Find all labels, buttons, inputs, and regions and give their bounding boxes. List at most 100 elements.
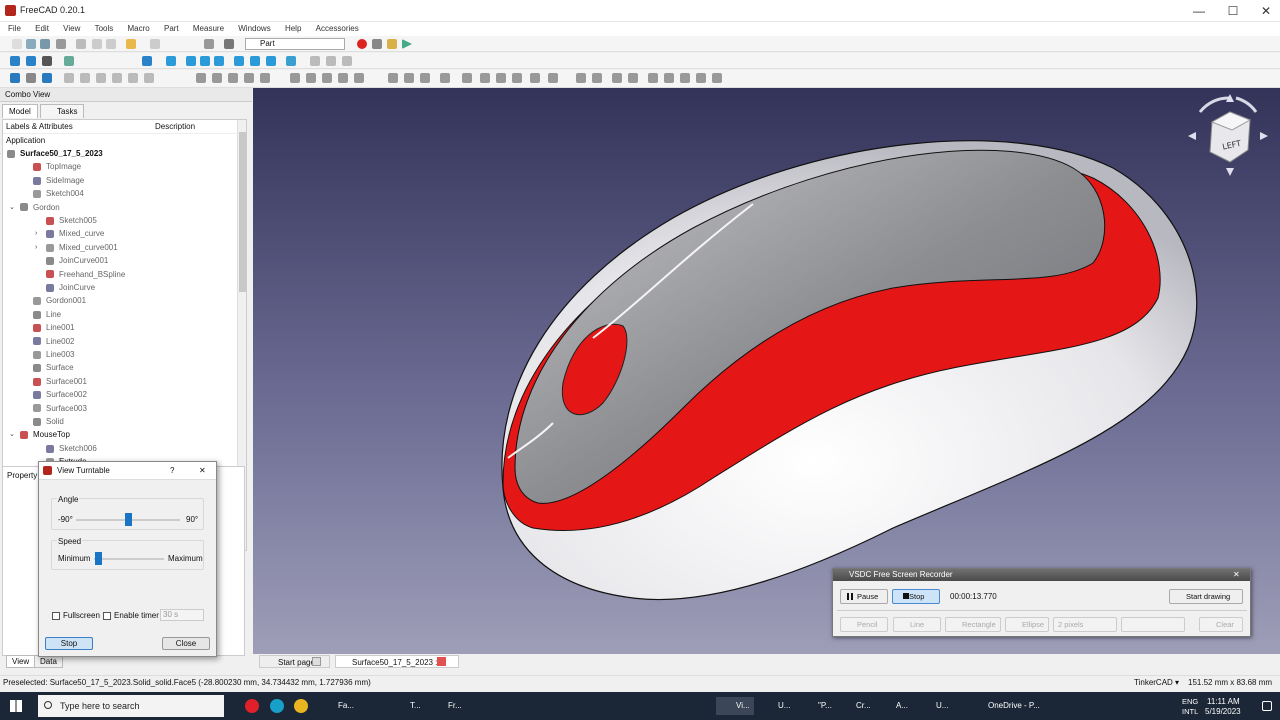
angle-slider-thumb[interactable] <box>125 513 132 526</box>
tab-view[interactable]: View <box>6 655 36 668</box>
taskbar-item-9[interactable]: U... <box>916 697 954 715</box>
menu-accessories[interactable]: Accessories <box>316 24 359 33</box>
start-drawing-button[interactable]: Start drawing <box>1169 589 1243 604</box>
help-button[interactable]: ? <box>170 462 174 480</box>
save-icon[interactable] <box>40 39 50 49</box>
part-join-icon[interactable] <box>404 73 414 83</box>
part-boolean-icon[interactable] <box>196 73 206 83</box>
notifications-icon[interactable] <box>1262 701 1272 711</box>
part-cut-icon[interactable] <box>212 73 222 83</box>
undo-icon[interactable] <box>126 39 136 49</box>
part-common-icon[interactable] <box>244 73 254 83</box>
curves-icon[interactable] <box>548 73 558 83</box>
tab-close-icon[interactable] <box>437 657 446 666</box>
tree-item[interactable]: Sketch004 <box>33 187 84 200</box>
navigation-style-selector[interactable]: TinkerCAD ▾ <box>1134 676 1179 690</box>
expand-down-icon[interactable]: ⌄ <box>0 147 2 160</box>
part-projection-icon[interactable] <box>322 73 332 83</box>
measure-linear-icon[interactable] <box>440 73 450 83</box>
rear-view-icon[interactable] <box>234 56 244 66</box>
taskbar-item-1[interactable]: Fa... <box>318 697 358 715</box>
turntable-close-x[interactable]: ✕ <box>199 462 206 480</box>
part-tools-icon[interactable] <box>310 56 320 66</box>
expand-down-icon[interactable]: ⌄ <box>9 201 15 214</box>
workbench-selector[interactable]: Part <box>245 38 345 50</box>
fit-selection-icon[interactable] <box>26 56 36 66</box>
cut-icon[interactable] <box>76 39 86 49</box>
part-mirror-icon[interactable] <box>128 73 138 83</box>
stop-macro-icon[interactable] <box>372 39 382 49</box>
part-cone-icon[interactable] <box>64 73 74 83</box>
part-extrude-icon[interactable] <box>96 73 106 83</box>
tree-item[interactable]: JoinCurve <box>46 281 95 294</box>
timer-spinbox[interactable]: 30 s <box>160 609 204 621</box>
taskbar-edge[interactable] <box>268 697 288 715</box>
tree-item[interactable]: Surface003 <box>33 402 87 415</box>
speed-slider-track[interactable] <box>94 558 164 560</box>
fit-all-icon[interactable] <box>10 56 20 66</box>
menu-macro[interactable]: Macro <box>128 24 150 33</box>
new-file-icon[interactable] <box>12 39 22 49</box>
vsdc-close-x[interactable]: ✕ <box>1233 569 1240 581</box>
part-cylinder-icon[interactable] <box>26 73 36 83</box>
tree-item[interactable]: TopImage <box>33 160 81 173</box>
part-offset-icon[interactable] <box>290 73 300 83</box>
taskbar-item-3[interactable]: Fr... <box>428 697 464 715</box>
top-view-icon[interactable] <box>200 56 210 66</box>
line-width-select[interactable]: 2 pixels <box>1053 617 1117 632</box>
tree-item[interactable]: Sketch006 <box>46 442 97 455</box>
windows-start-icon[interactable] <box>10 700 22 712</box>
tree-item[interactable]: › Mixed_curve <box>35 227 104 240</box>
tree-item[interactable]: Line001 <box>33 321 74 334</box>
close-turntable-button[interactable]: Close <box>162 637 210 650</box>
print-icon[interactable] <box>56 39 66 49</box>
tree-item[interactable]: ⌄ Gordon <box>9 201 60 214</box>
tree-item[interactable]: ⌄ Surface50_17_5_2023 <box>0 147 103 160</box>
stereo-icon[interactable] <box>64 56 74 66</box>
part-attachment-icon[interactable] <box>388 73 398 83</box>
bottom-view-icon[interactable] <box>250 56 260 66</box>
tab-tasks[interactable]: Tasks <box>40 104 85 118</box>
taskbar-opera[interactable] <box>243 697 263 715</box>
zoom-icon[interactable] <box>142 56 152 66</box>
part-tools-icon[interactable] <box>326 56 336 66</box>
tree-item[interactable]: › Mixed_curve001 <box>35 241 118 254</box>
isometric-view-icon[interactable] <box>166 56 176 66</box>
tree-item[interactable]: Solid <box>33 415 64 428</box>
menu-file[interactable]: File <box>8 24 21 33</box>
part-fuse-icon[interactable] <box>228 73 238 83</box>
tree-scrollbar-thumb[interactable] <box>239 132 246 292</box>
menu-tools[interactable]: Tools <box>95 24 114 33</box>
clear-button[interactable]: Clear <box>1199 617 1243 632</box>
taskbar-item-6[interactable]: "P... <box>798 697 834 715</box>
measure-angular-icon[interactable] <box>462 73 472 83</box>
expand-right-icon[interactable]: › <box>35 241 37 254</box>
taskbar-item-7[interactable]: Cr... <box>836 697 876 715</box>
tree-item[interactable]: Gordon001 <box>33 294 86 307</box>
measure-icon[interactable] <box>286 56 296 66</box>
measure-toggle-icon[interactable] <box>512 73 522 83</box>
curves-icon[interactable] <box>648 73 658 83</box>
right-view-icon[interactable] <box>214 56 224 66</box>
taskbar-item-2[interactable]: T... <box>390 697 422 715</box>
tree-item[interactable]: Freehand_BSpline <box>46 268 125 281</box>
taskbar-item-4[interactable]: Vi... <box>716 697 754 715</box>
whats-this-icon[interactable] <box>224 39 234 49</box>
expand-down-icon[interactable]: ⌄ <box>9 428 15 441</box>
stop-recording-button[interactable]: Stop <box>892 589 940 604</box>
macros-icon[interactable] <box>387 39 397 49</box>
refresh-icon[interactable] <box>204 39 214 49</box>
tree-item[interactable]: Surface002 <box>33 388 87 401</box>
draw-style-icon[interactable] <box>42 56 52 66</box>
taskbar-item-8[interactable]: A... <box>876 697 914 715</box>
curves-icon[interactable] <box>576 73 586 83</box>
color-select[interactable] <box>1121 617 1185 632</box>
taskbar-item-5[interactable]: U... <box>758 697 794 715</box>
execute-macro-icon[interactable] <box>402 39 412 49</box>
open-file-icon[interactable] <box>26 39 36 49</box>
taskbar-search-box[interactable]: Type here to search <box>38 695 224 717</box>
tree-item[interactable]: Sketch005 <box>46 214 97 227</box>
speed-slider-thumb[interactable] <box>94 552 102 565</box>
left-view-icon[interactable] <box>266 56 276 66</box>
sketch-icon[interactable] <box>530 73 540 83</box>
